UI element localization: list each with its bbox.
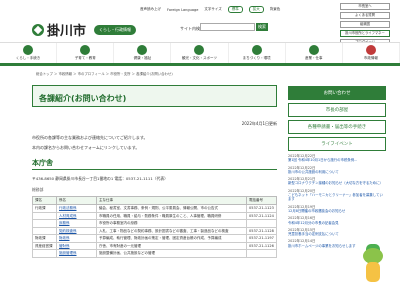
- sidebar: お問い合わせ 市長の部屋 各種申請書・届出等の手続き ライフイベント 2022年…: [288, 86, 386, 248]
- header-phone: 電話番号: [246, 196, 277, 205]
- global-nav: くらし・手続き 子育て・教育 健康・福祉 観光・文化・スポーツ まちづくり・環境…: [0, 42, 400, 66]
- intro-text-1: 市役所の各課等の主な業務および連絡先についてご紹介します。: [32, 135, 148, 140]
- top-link-voice[interactable]: 音声読み上げ: [140, 6, 161, 13]
- nav-item-health[interactable]: 健康・福祉: [114, 43, 172, 63]
- nav-item-town[interactable]: まちづくり・環境: [229, 43, 286, 63]
- row-phone: [246, 249, 277, 258]
- updated-date: 2022年4月1日更新: [241, 121, 277, 126]
- row-phone: [246, 219, 277, 228]
- child-icon: [80, 45, 91, 55]
- heart-icon: [137, 45, 148, 55]
- table-header-row: 課名 係名 主な仕事 電話番号: [32, 196, 277, 205]
- row-section-link[interactable]: 人材育成係: [56, 211, 97, 220]
- row-work: 市職員の任用、職員・給与・勤務条件・職員厚生のこと、人事管理、職員研修: [96, 211, 247, 220]
- briefcase-icon: [308, 45, 319, 55]
- news-item[interactable]: 2022年12月15日 児童扶養手当の定例支払について: [288, 228, 386, 237]
- row-dept: 資産経営課: [32, 241, 57, 250]
- table-row: 行政課 行政法務係 議会、秘書室、文書事務、条例・規則、公平委員会、情報公開、市…: [32, 204, 277, 213]
- site-tag: くらし・行政情報: [94, 24, 137, 35]
- table-row: 庶務係 市役所の事務室内の庶務: [32, 219, 277, 228]
- table-row: 人材育成係 市職員の任用、職員・給与・勤務条件・職員厚生のこと、人事管理、職員研…: [32, 211, 277, 220]
- row-phone: 0537-21-1123: [246, 204, 277, 213]
- mayor-room-button[interactable]: 市長の部屋: [288, 103, 386, 117]
- row-phone: 0537-21-1197: [246, 234, 277, 243]
- font-normal-button[interactable]: 標準: [227, 6, 243, 13]
- header-dept: 課名: [32, 196, 57, 205]
- quick-link-faq[interactable]: よくある質問: [340, 12, 390, 19]
- life-events-button[interactable]: ライフイベント: [288, 137, 386, 151]
- city-emblem-icon: [32, 23, 44, 36]
- search-button[interactable]: 検索: [256, 23, 268, 31]
- header-work: 主な仕事: [96, 196, 247, 205]
- news-item[interactable]: 2022年12月22日 第1回 令和4年10月1日から施行の市税条例...: [288, 154, 386, 163]
- table-row: 財政課 財政係 予算編成、執行管理、財政計画の策定・管理、固定資産台帳の作成、予…: [32, 234, 277, 243]
- row-work: 予算編成、執行管理、財政計画の策定・管理、固定資産台帳の作成、予算編成: [96, 234, 247, 243]
- main-content: 各課紹介(お問い合わせ) 2022年4月1日更新 市役所の各課等の主な業務および…: [32, 85, 277, 300]
- row-section-link[interactable]: 施設管理係: [56, 249, 97, 258]
- site-logo[interactable]: 掛川市 くらし・行政情報: [32, 20, 137, 39]
- nav-item-childcare[interactable]: 子育て・教育: [57, 43, 115, 63]
- row-section-link[interactable]: 財政係: [56, 234, 97, 243]
- row-dept: [32, 219, 57, 228]
- news-item[interactable]: 2022年12月22日 掛川市の公共施設の利用について: [288, 166, 386, 175]
- top-link-language[interactable]: Foreign Language: [167, 6, 198, 13]
- mascot-image: [360, 244, 386, 292]
- quick-link-org[interactable]: 組織図: [340, 21, 390, 28]
- row-dept: 財政課: [32, 234, 57, 243]
- top-link-font-size: 文字サイズ: [204, 7, 222, 11]
- row-work: 市役所の事務室内の庶務: [96, 219, 247, 228]
- address: 〒436-8650 静岡県掛川市長谷一丁目1番地の1 電話：0537-21-11…: [32, 176, 168, 181]
- row-dept: [32, 249, 57, 258]
- top-link-bgcolor[interactable]: 背景色: [270, 6, 281, 13]
- nav-item-city[interactable]: 市政情報: [343, 43, 400, 63]
- row-phone: 0537-21-1126: [246, 241, 277, 250]
- breadcrumb[interactable]: 総合トップ ＞ 市政情報 ＞ 市のプロフィール ＞ 市役所・支所 ＞ 各課紹介(…: [36, 71, 173, 76]
- table-row: 契約検査係 入札、工事・物品などの契約事務、設計図書などの審査、工事・製造品など…: [32, 226, 277, 235]
- row-section-link[interactable]: 管財係: [56, 241, 97, 250]
- font-large-button[interactable]: 拡大: [248, 6, 264, 13]
- department-table: 課名 係名 主な仕事 電話番号 行政課 行政法務係 議会、秘書室、文書事務、条例…: [32, 196, 277, 258]
- row-section-link[interactable]: 庶務係: [56, 219, 97, 228]
- nav-item-tourism[interactable]: 観光・文化・スポーツ: [171, 43, 229, 63]
- nav-item-living[interactable]: くらし・手続き: [0, 43, 58, 63]
- row-work: 入札、工事・物品などの契約事務、設計図書などの審査、工事・製造品などの検査: [96, 226, 247, 235]
- row-work: 議会、秘書室、文書事務、条例・規則、公平委員会、情報公開、市の公告式: [96, 204, 247, 213]
- page-title: 各課紹介(お問い合わせ): [32, 85, 277, 107]
- house-icon: [23, 45, 34, 55]
- contact-button[interactable]: お問い合わせ: [288, 86, 386, 100]
- row-dept: [32, 211, 57, 220]
- city-hall-icon: [365, 45, 376, 55]
- row-dept: 行政課: [32, 204, 57, 213]
- row-phone: 0537-21-1128: [246, 226, 277, 235]
- row-work: 庁舎、市有財産の一元管理: [96, 241, 247, 250]
- news-item[interactable]: 2022年12月20日 こどもネット「ハーモニカとクリーナー」参加者を募集していま…: [288, 189, 386, 202]
- intro-text-2: 本内の課名からお問い合わせフォームにリンクしています。: [32, 144, 140, 150]
- news-item[interactable]: 2022年12月16日 令和4年12月分の市長の記者会見: [288, 216, 386, 225]
- news-item[interactable]: 2022年12月21日 新型コロナワクチン接種のお知らせ（大切な方を守るために）: [288, 177, 386, 186]
- building-icon: [251, 45, 262, 55]
- quick-links: 市長室へ よくある質問 組織図 掛川市役所とライフマネー ブログページ: [340, 3, 390, 46]
- search-input[interactable]: [200, 23, 255, 31]
- header: 掛川市 くらし・行政情報 音声読み上げ Foreign Language 文字サ…: [0, 0, 400, 46]
- table-row: 施設管理係 施設整備計画、公共施設などの管理: [32, 249, 277, 258]
- row-section-link[interactable]: 契約検査係: [56, 226, 97, 235]
- header-section: 係名: [56, 196, 97, 205]
- person-icon: [194, 45, 205, 55]
- row-work: 施設整備計画、公共施設などの管理: [96, 249, 247, 258]
- department-name: 総務部: [32, 187, 44, 192]
- section-title: 本庁舎: [32, 158, 277, 170]
- news-list: 2022年12月22日 第1回 令和4年10月1日から施行の市税条例... 202…: [288, 154, 386, 248]
- row-phone: 0537-21-1124: [246, 211, 277, 220]
- row-dept: [32, 226, 57, 235]
- top-links: 音声読み上げ Foreign Language 文字サイズ 標準 拡大 背景色: [140, 6, 280, 13]
- nav-item-industry[interactable]: 産業・仕事: [286, 43, 343, 63]
- table-row: 資産経営課 管財係 庁舎、市有財産の一元管理 0537-21-1126: [32, 241, 277, 250]
- site-name: 掛川市: [47, 24, 87, 39]
- applications-button[interactable]: 各種申請書・届出等の手続き: [288, 120, 386, 134]
- row-section-link[interactable]: 行政法務係: [56, 204, 97, 213]
- quick-link-life[interactable]: 掛川市役所とライフマネー: [340, 30, 390, 37]
- news-item[interactable]: 2022年12月19日 12月8日開催の市政懇談会のお知らせ: [288, 205, 386, 214]
- quick-link-mayor[interactable]: 市長室へ: [340, 3, 390, 10]
